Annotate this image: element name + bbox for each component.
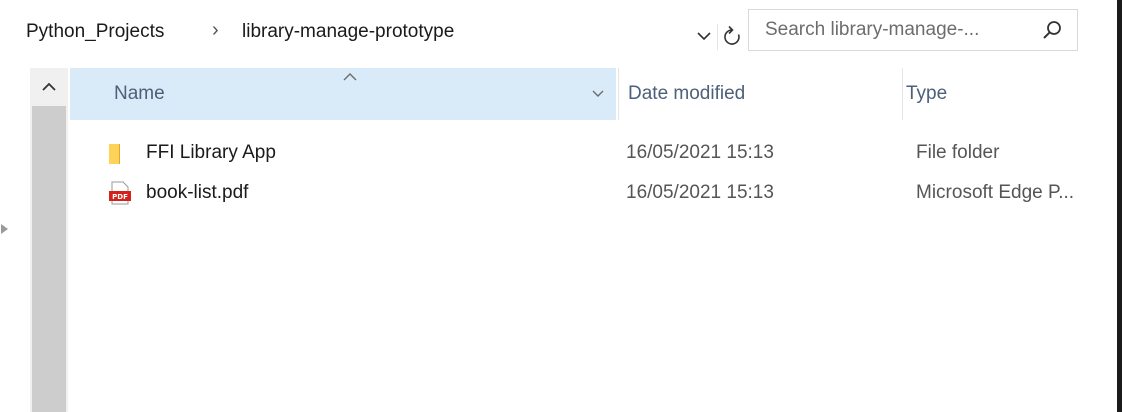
file-list: Name Date modified Type FFI Library App … [70, 62, 1118, 412]
chevron-up-icon [42, 82, 56, 91]
file-name[interactable]: book-list.pdf [146, 182, 248, 204]
refresh-button[interactable] [719, 23, 745, 49]
chevron-down-icon [697, 32, 711, 41]
file-date-modified: 16/05/2021 15:13 [626, 182, 774, 203]
folder-icon [109, 144, 120, 164]
file-type: Microsoft Edge P... [916, 182, 1075, 203]
breadcrumb-separator[interactable]: › [212, 19, 219, 42]
column-header-name[interactable]: Name [70, 68, 616, 120]
file-type: File folder [916, 142, 1000, 163]
file-row[interactable]: PDF book-list.pdf 16/05/2021 15:13 Micro… [70, 176, 1118, 212]
file-name[interactable]: FFI Library App [146, 142, 276, 164]
column-header-name-label: Name [114, 83, 165, 104]
breadcrumb[interactable]: Python_Projects › library-manage-prototy… [22, 10, 740, 52]
address-divider [717, 24, 718, 50]
column-header-date-label: Date modified [628, 83, 746, 104]
search-input[interactable] [765, 10, 1035, 50]
column-separator[interactable] [618, 68, 619, 120]
breadcrumb-item-library-manage-prototype[interactable]: library-manage-prototype [242, 21, 454, 43]
file-explorer-window: Python_Projects › library-manage-prototy… [0, 0, 1122, 412]
file-date-modified: 16/05/2021 15:13 [626, 142, 774, 163]
sort-ascending-icon [343, 73, 357, 81]
navigation-scrollbar[interactable] [30, 68, 68, 412]
expand-caret-icon[interactable] [0, 222, 10, 236]
window-border [1117, 0, 1122, 412]
column-header-type[interactable]: Type [906, 68, 1122, 120]
file-row[interactable]: FFI Library App 16/05/2021 15:13 File fo… [70, 136, 1118, 172]
scroll-up-button[interactable] [30, 68, 68, 106]
column-filter-dropdown-icon[interactable] [590, 88, 606, 100]
search-box[interactable] [748, 9, 1078, 51]
column-header-type-label: Type [906, 83, 948, 104]
address-history-dropdown[interactable] [694, 26, 714, 46]
column-header-date-modified[interactable]: Date modified [626, 68, 896, 120]
refresh-icon [724, 25, 740, 45]
navigation-pane [0, 62, 30, 412]
scrollbar-thumb[interactable] [32, 106, 66, 412]
column-separator[interactable] [902, 68, 903, 120]
breadcrumb-item-python-projects[interactable]: Python_Projects [26, 21, 164, 43]
pdf-icon: PDF [109, 181, 131, 205]
address-bar: Python_Projects › library-manage-prototy… [0, 0, 1122, 62]
svg-text:PDF: PDF [112, 193, 128, 201]
search-icon[interactable] [1041, 19, 1063, 41]
